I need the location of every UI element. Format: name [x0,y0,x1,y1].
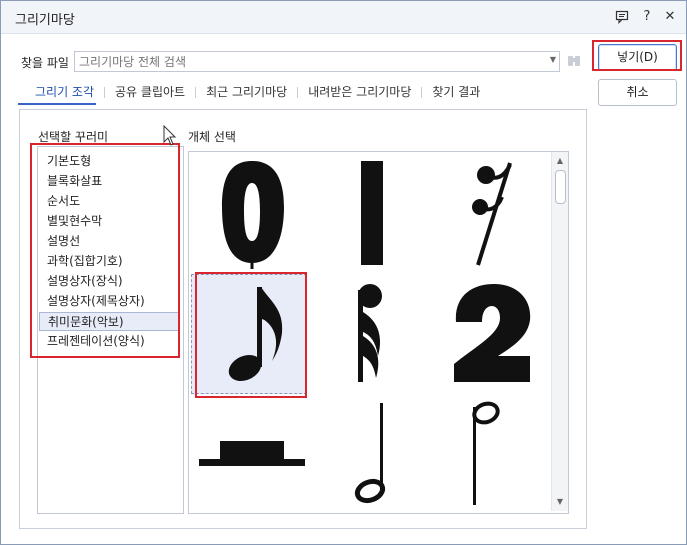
clipart-double-flag-note[interactable] [314,274,430,394]
category-item[interactable]: 설명선 [39,232,180,251]
chat-icon[interactable] [613,8,631,26]
scroll-thumb[interactable] [555,170,566,204]
category-item[interactable]: 순서도 [39,192,180,211]
active-tab-indicator [18,103,96,105]
object-heading: 개체 선택 [188,130,236,144]
cancel-button-label: 취소 [626,85,649,99]
category-item[interactable]: 별및현수막 [39,212,180,231]
category-item[interactable]: 블록화살표 [39,172,180,191]
tab-downloaded[interactable]: 내려받은 그리기마당 [304,83,415,100]
category-list[interactable]: 기본도형 블록화살표 순서도 별및현수막 설명선 과학(집합기호) 설명상자(장… [37,146,184,514]
search-combobox[interactable]: ▼ [74,51,560,72]
clipart-zero-symbol[interactable] [194,155,310,275]
category-item-selected[interactable]: 취미문화(악보) [39,312,180,331]
close-button[interactable]: ✕ [661,8,679,26]
binoculars-icon[interactable] [565,52,583,70]
search-input[interactable] [75,52,539,71]
search-label: 찾을 파일 [21,56,69,70]
tab-divider [195,87,197,98]
tab-recent[interactable]: 최근 그리기마당 [202,83,291,100]
category-item[interactable]: 프레젠테이션(양식) [39,332,180,351]
clipart-whole-rest[interactable] [194,395,310,513]
scroll-down-icon[interactable]: ▼ [552,495,568,509]
window-title: 그리기마당 [15,13,75,28]
tab-divider [297,87,299,98]
title-bar: 그리기마당 ? ✕ [1,1,686,34]
category-item[interactable]: 기본도형 [39,152,180,171]
tab-shared-clipart[interactable]: 공유 클립아트 [111,83,189,100]
cancel-button[interactable]: 취소 [598,79,677,106]
clipart-sixteenth-rest[interactable] [436,155,552,275]
tab-search-results[interactable]: 찾기 결과 [428,83,484,100]
clipart-eighth-note-selected[interactable] [191,274,307,394]
clipart-half-note-up[interactable] [436,395,552,513]
object-grid [188,151,569,514]
insert-button[interactable]: 넣기(D) [598,44,677,71]
scroll-up-icon[interactable]: ▲ [552,154,568,168]
object-grid-scrollbar[interactable]: ▲ ▼ [551,152,568,511]
category-heading: 선택할 꾸러미 [38,130,109,144]
clipart-dialog: 그리기마당 ? ✕ 찾을 파일 ▼ 넣기(D) 취소 그리기 조각 공유 클립아트… [0,0,687,545]
help-button[interactable]: ? [638,8,656,26]
clipart-half-note-down[interactable] [314,395,430,513]
category-item[interactable]: 과학(집합기호) [39,252,180,271]
tab-divider [421,87,423,98]
clipart-numeral-two[interactable] [436,274,552,394]
category-item[interactable]: 설명상자(장식) [39,272,180,291]
insert-button-label: 넣기(D) [617,50,658,64]
clipart-bar-line[interactable] [314,155,430,275]
category-item[interactable]: 설명상자(제목상자) [39,292,180,311]
tab-divider [104,87,106,98]
tab-bar: 그리기 조각 공유 클립아트 최근 그리기마당 내려받은 그리기마당 찾기 결과 [31,83,484,101]
tab-drawing-pieces[interactable]: 그리기 조각 [31,83,98,100]
mouse-pointer-icon [163,124,177,150]
chevron-down-icon[interactable]: ▼ [550,55,556,64]
